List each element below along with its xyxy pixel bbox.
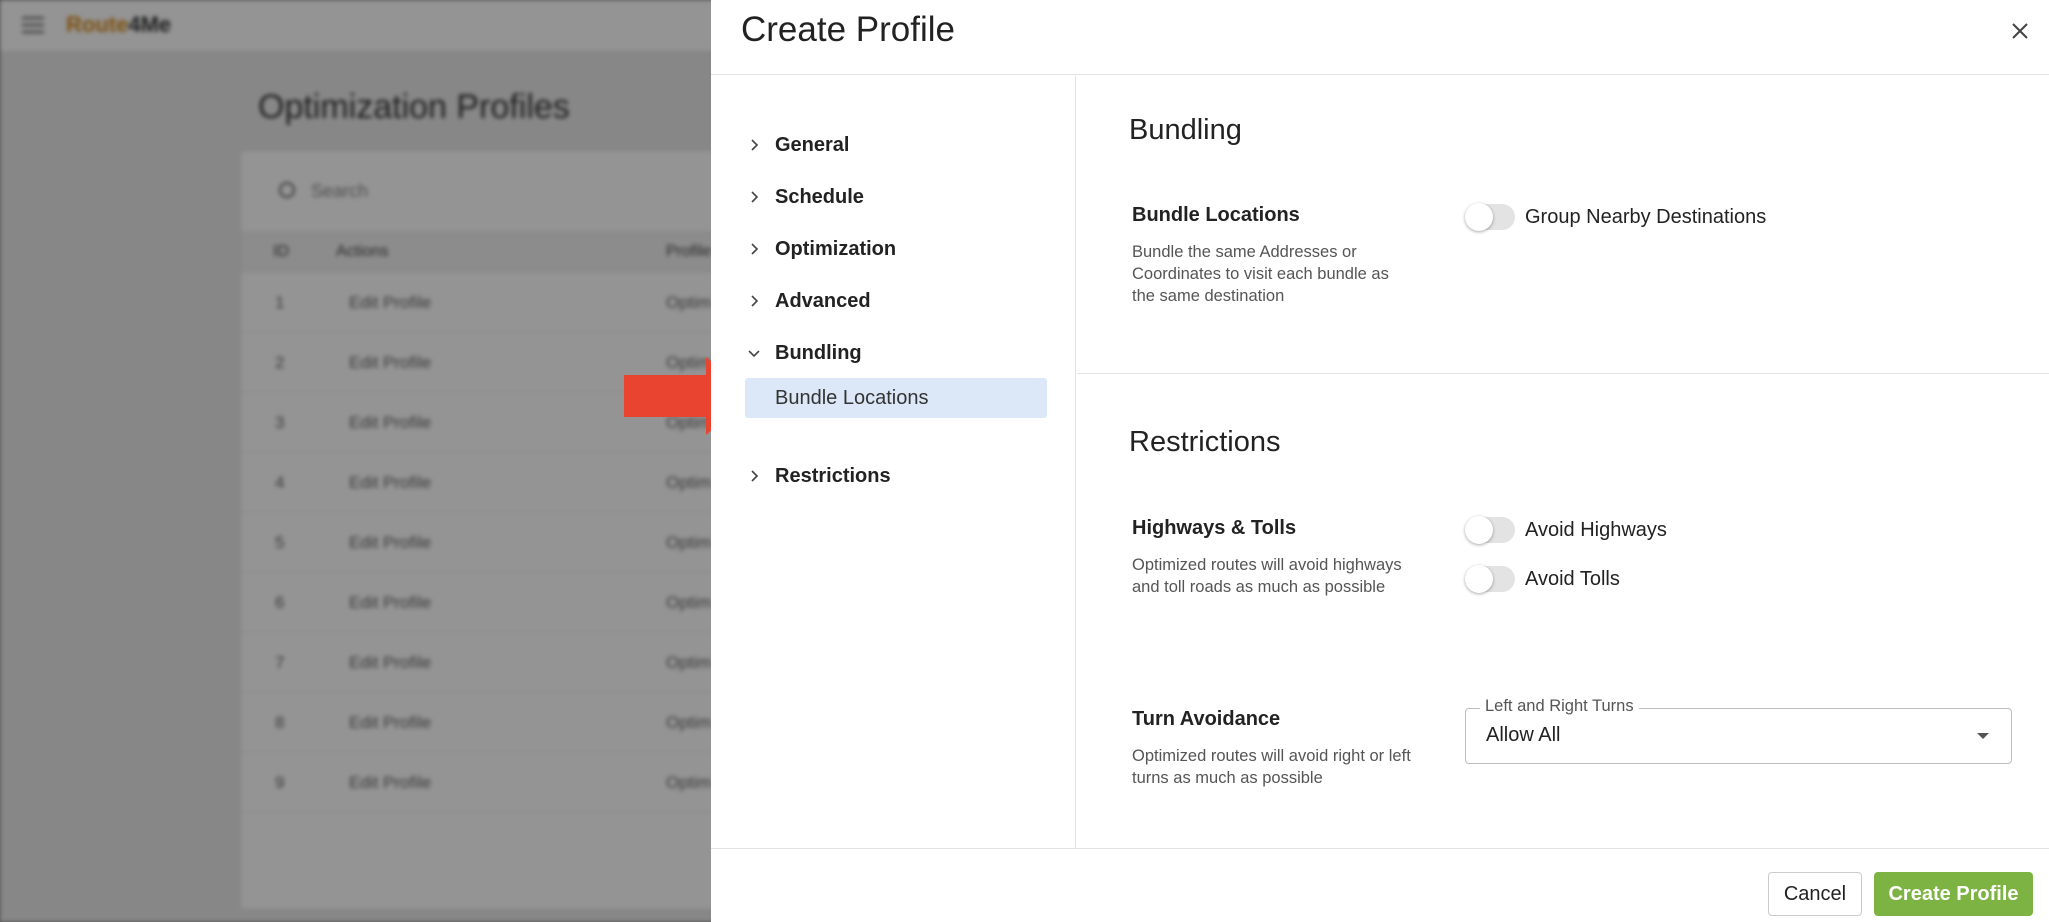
chevron-right-icon [751, 243, 759, 255]
section-title-bundling: Bundling [1129, 114, 1242, 146]
avoid-tolls-toggle[interactable]: Avoid Tolls [1465, 564, 1620, 594]
nav-item-label: Bundling [775, 341, 862, 364]
cancel-button[interactable]: Cancel [1768, 872, 1862, 916]
select-value: Allow All [1486, 724, 1561, 746]
toggle-label: Avoid Highways [1525, 518, 1667, 541]
select-label: Left and Right Turns [1480, 697, 1639, 716]
chevron-right-icon [751, 191, 759, 203]
nav-item-general[interactable]: General [747, 128, 849, 162]
drawer-footer: Cancel Create Profile [711, 848, 2049, 922]
turn-avoidance-select[interactable]: Left and Right Turns Allow All [1465, 697, 2012, 764]
drawer-header: Create Profile [711, 0, 2049, 75]
nav-item-schedule[interactable]: Schedule [747, 180, 864, 214]
nav-item-advanced[interactable]: Advanced [747, 284, 871, 318]
chevron-right-icon [751, 470, 759, 482]
nav-item-label: Restrictions [775, 464, 891, 487]
toggle-switch[interactable] [1465, 516, 1515, 544]
nav-item-label: Optimization [775, 237, 897, 260]
nav-item-label: General [775, 133, 850, 156]
nav-item-restrictions[interactable]: Restrictions [747, 459, 891, 493]
field-desc-highways-tolls: Optimized routes will avoid highways and… [1132, 556, 1402, 596]
create-profile-button[interactable]: Create Profile [1874, 872, 2033, 916]
form-content: Bundling Bundle Locations Bundle the sam… [1077, 76, 2049, 848]
field-title-turn-avoidance: Turn Avoidance [1132, 708, 1281, 730]
chevron-right-icon [751, 295, 759, 307]
drawer-title: Create Profile [741, 10, 955, 49]
toggle-label: Group Nearby Destinations [1525, 205, 1767, 228]
toggle-switch[interactable] [1465, 203, 1515, 231]
section-nav: General Schedule Optimization Advanced B… [711, 76, 1076, 848]
field-desc-bundle-locations: Bundle the same Addresses or Coordinates… [1132, 243, 1389, 305]
nav-item-label: Schedule [775, 185, 864, 208]
nav-item-label: Advanced [775, 289, 871, 312]
nav-item-bundling[interactable]: Bundling [747, 336, 862, 370]
group-nearby-destinations-toggle[interactable]: Group Nearby Destinations [1465, 202, 1766, 232]
toggle-label: Avoid Tolls [1525, 567, 1620, 590]
modal-overlay[interactable] [0, 0, 711, 922]
nav-item-optimization[interactable]: Optimization [747, 232, 896, 266]
section-divider [1077, 373, 2049, 374]
avoid-highways-toggle[interactable]: Avoid Highways [1465, 515, 1667, 545]
chevron-down-icon [748, 350, 760, 358]
section-title-restrictions: Restrictions [1129, 426, 1281, 458]
create-profile-drawer: Create Profile General Schedule Optimiza… [711, 0, 2049, 922]
close-icon[interactable] [2005, 16, 2035, 46]
field-title-bundle-locations: Bundle Locations [1132, 204, 1300, 226]
caret-down-icon [1977, 733, 1989, 739]
nav-subitem-bundle-locations[interactable]: Bundle Locations [745, 378, 1047, 418]
toggle-switch[interactable] [1465, 565, 1515, 593]
chevron-right-icon [751, 139, 759, 151]
field-title-highways-tolls: Highways & Tolls [1132, 517, 1297, 539]
field-desc-turn-avoidance: Optimized routes will avoid right or lef… [1132, 747, 1411, 787]
